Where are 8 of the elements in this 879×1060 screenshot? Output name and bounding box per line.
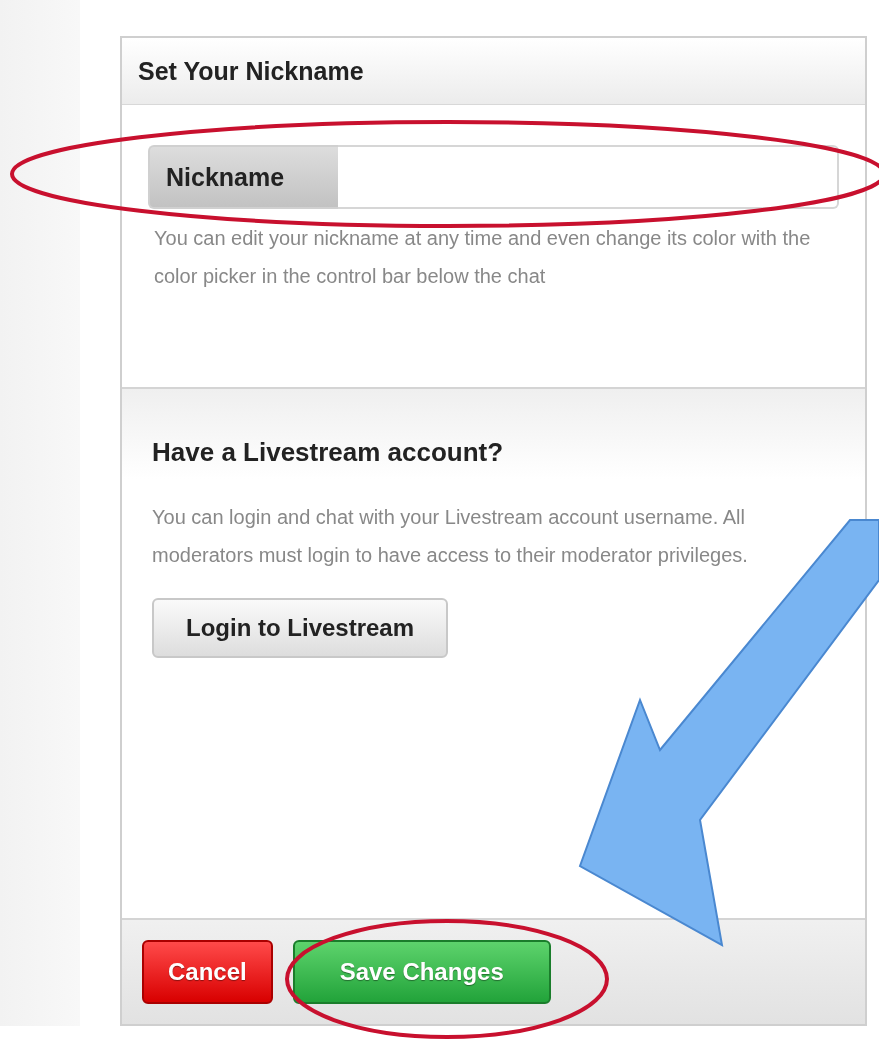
section-heading: Have a Livestream account?	[152, 437, 505, 468]
cancel-button[interactable]: Cancel	[142, 940, 273, 1004]
help-text: You can edit your nickname at any time and even change its color with the color picker in the control bar below the chat	[154, 226, 812, 289]
section-text: You can login and chat with your Livestream account username. All moderators must login to have access to their moderator privileges.	[152, 505, 749, 568]
save-button[interactable]: Save Changes	[292, 940, 551, 1004]
nickname-field[interactable]	[338, 145, 839, 209]
field-label: Nickname	[148, 145, 338, 209]
login-button[interactable]: Login to Livestream	[152, 598, 449, 658]
